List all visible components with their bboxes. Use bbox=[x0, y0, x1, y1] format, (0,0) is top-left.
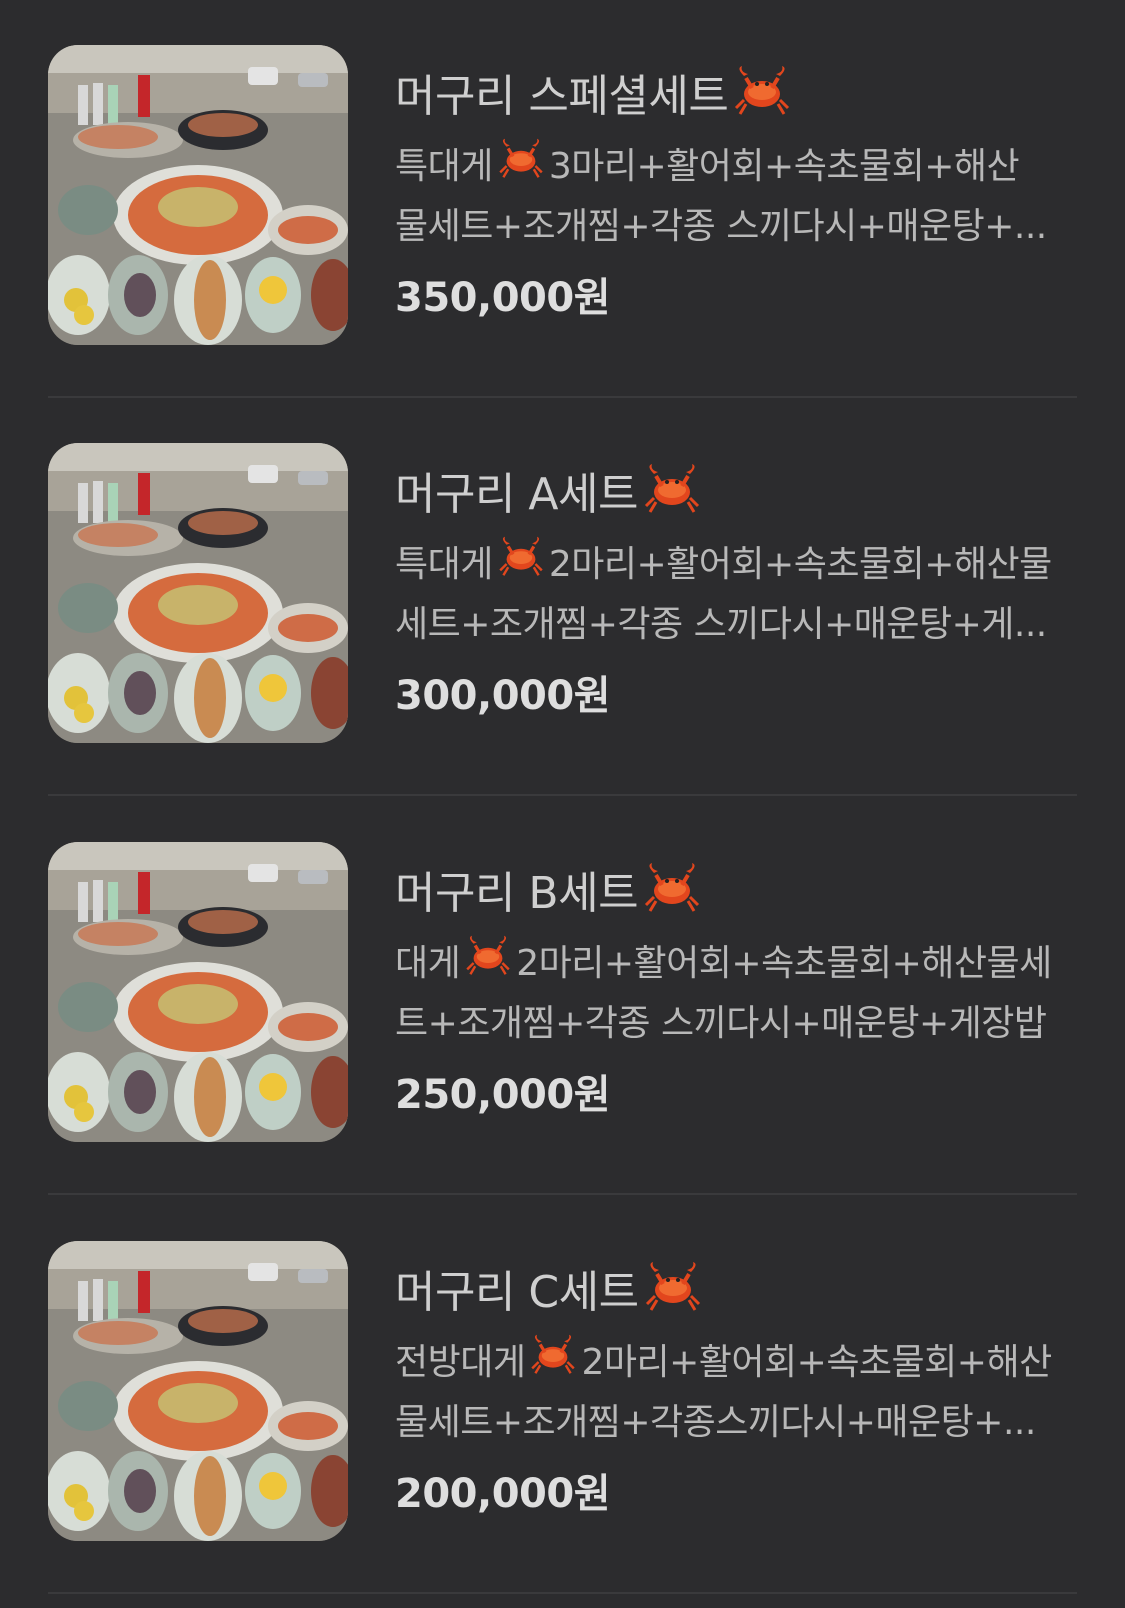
seafood-platter-photo bbox=[48, 842, 348, 1142]
menu-item-a-set[interactable]: 머구리 A세트 특대게 2마리+활어회+속초물회+해산물 세트+조개찜+각종 스… bbox=[48, 398, 1077, 796]
menu-item-title-row: 머구리 A세트 bbox=[395, 453, 1080, 527]
description-line-2: 물세트+조개찜+각종 스끼다시+매운탕+... bbox=[395, 206, 1047, 247]
menu-item-special-set[interactable]: 머구리 스페셜세트 특대게 3마리+활어회+속초물회+해산 물세트+조개찜+각종… bbox=[48, 0, 1077, 398]
menu-item-c-set[interactable]: 머구리 C세트 전방대게 2마리+활어회+속초물회+해산 물세트+조개찜+각종스… bbox=[48, 1196, 1077, 1594]
description-prefix: 특대게 bbox=[395, 544, 493, 585]
seafood-platter-photo bbox=[48, 443, 348, 743]
menu-item-price: 350,000원 bbox=[395, 275, 611, 321]
crab-icon bbox=[642, 462, 702, 518]
food-photo-illustration bbox=[48, 443, 348, 743]
description-suffix: 2마리+활어회+속초물회+해산물 bbox=[548, 544, 1052, 585]
description-line-2: 트+조개찜+각종 스끼다시+매운탕+게장밥 bbox=[395, 1003, 1047, 1044]
menu-item-info: 머구리 스페셜세트 특대게 3마리+활어회+속초물회+해산 물세트+조개찜+각종… bbox=[395, 55, 1080, 323]
menu-item-title-row: 머구리 C세트 bbox=[395, 1251, 1080, 1325]
menu-list: 머구리 스페셜세트 특대게 3마리+활어회+속초물회+해산 물세트+조개찜+각종… bbox=[0, 0, 1125, 1608]
description-suffix: 2마리+활어회+속초물회+해산물세 bbox=[516, 943, 1052, 984]
description-line-2: 세트+조개찜+각종 스끼다시+매운탕+게... bbox=[395, 604, 1047, 645]
description-suffix: 2마리+활어회+속초물회+해산 bbox=[581, 1342, 1052, 1383]
description-prefix: 대게 bbox=[395, 943, 461, 984]
crab-icon bbox=[642, 861, 702, 917]
menu-item-info: 머구리 B세트 대게 2마리+활어회+속초물회+해산물세 트+조개찜+각종 스끼… bbox=[395, 852, 1080, 1120]
menu-item-title: 머구리 C세트 bbox=[395, 1267, 639, 1318]
menu-item-price: 250,000원 bbox=[395, 1072, 611, 1118]
description-prefix: 특대게 bbox=[395, 146, 493, 187]
menu-item-description: 특대게 2마리+활어회+속초물회+해산물 세트+조개찜+각종 스끼다시+매운탕+… bbox=[395, 535, 1080, 655]
seafood-platter-photo bbox=[48, 1241, 348, 1541]
menu-item-info: 머구리 A세트 특대게 2마리+활어회+속초물회+해산물 세트+조개찜+각종 스… bbox=[395, 453, 1080, 721]
crab-icon bbox=[497, 535, 545, 595]
menu-item-title-row: 머구리 스페셜세트 bbox=[395, 55, 1080, 129]
description-prefix: 전방대게 bbox=[395, 1342, 526, 1383]
menu-item-title: 머구리 B세트 bbox=[395, 868, 639, 919]
menu-item-title-row: 머구리 B세트 bbox=[395, 852, 1080, 926]
crab-icon bbox=[643, 1260, 703, 1316]
menu-item-description: 대게 2마리+활어회+속초물회+해산물세 트+조개찜+각종 스끼다시+매운탕+게… bbox=[395, 934, 1080, 1054]
menu-item-b-set[interactable]: 머구리 B세트 대게 2마리+활어회+속초물회+해산물세 트+조개찜+각종 스끼… bbox=[48, 797, 1077, 1195]
seafood-platter-photo bbox=[48, 45, 348, 345]
menu-item-description: 특대게 3마리+활어회+속초물회+해산 물세트+조개찜+각종 스끼다시+매운탕+… bbox=[395, 137, 1080, 257]
menu-item-title: 머구리 스페셜세트 bbox=[395, 71, 729, 122]
crab-icon bbox=[529, 1333, 577, 1393]
menu-item-info: 머구리 C세트 전방대게 2마리+활어회+속초물회+해산 물세트+조개찜+각종스… bbox=[395, 1251, 1080, 1519]
food-photo-illustration bbox=[48, 45, 348, 345]
description-line-2: 물세트+조개찜+각종스끼다시+매운탕+... bbox=[395, 1402, 1036, 1443]
crab-icon bbox=[464, 934, 512, 994]
crab-icon bbox=[497, 137, 545, 197]
food-photo-illustration bbox=[48, 1241, 348, 1541]
crab-icon bbox=[732, 64, 792, 120]
menu-item-description: 전방대게 2마리+활어회+속초물회+해산 물세트+조개찜+각종스끼다시+매운탕+… bbox=[395, 1333, 1080, 1453]
menu-item-price: 300,000원 bbox=[395, 673, 611, 719]
food-photo-illustration bbox=[48, 842, 348, 1142]
menu-item-price: 200,000원 bbox=[395, 1471, 611, 1517]
description-suffix: 3마리+활어회+속초물회+해산 bbox=[548, 146, 1020, 187]
menu-item-title: 머구리 A세트 bbox=[395, 469, 639, 520]
